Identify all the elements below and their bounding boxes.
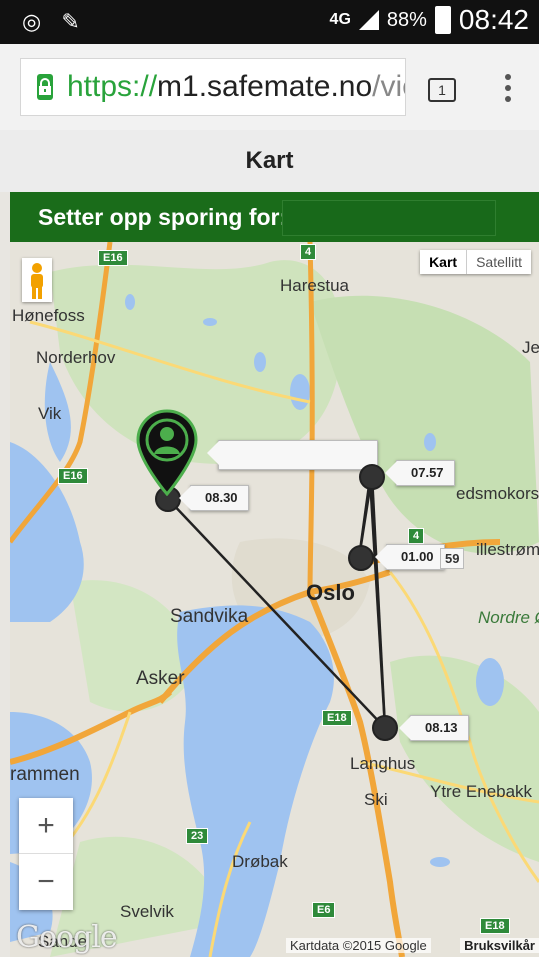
wifi-icon: ◎ — [22, 9, 42, 34]
tracking-point-marker[interactable] — [359, 464, 385, 490]
road-shield: E6 — [312, 902, 336, 918]
tracking-target-field[interactable] — [282, 200, 496, 236]
road-shield: 4 — [408, 528, 425, 544]
tracking-setup-label: Setter opp sporing for: — [38, 204, 288, 230]
place-label: Je — [522, 338, 539, 357]
tracking-point-time: 01.00 — [375, 544, 445, 570]
terms-link[interactable]: Bruksvilkår — [460, 938, 539, 953]
place-label: illestrøm — [476, 540, 539, 559]
map-type-map-button[interactable]: Kart — [420, 250, 468, 274]
road-shield: E16 — [58, 468, 88, 484]
tracking-point-time: 08.13 — [399, 715, 469, 741]
road-shield: E16 — [98, 250, 128, 266]
place-label: Hønefoss — [12, 306, 85, 325]
place-label: Langhus — [350, 754, 416, 773]
zoom-control: + − — [19, 798, 73, 910]
place-label: edsmokorset — [456, 484, 539, 503]
place-label: Harestua — [280, 276, 349, 295]
road-shield: E18 — [322, 710, 352, 726]
signal-icon — [358, 10, 379, 30]
place-label: rammen — [10, 764, 80, 785]
map-view[interactable]: en Hønefoss Norderhov Vik Harestua Je Sa… — [10, 242, 539, 957]
page-title: Kart — [0, 130, 539, 192]
browser-toolbar: https://m1.safemate.no/vie 1 — [0, 44, 539, 130]
url-text: https://m1.safemate.no/vie — [67, 70, 405, 104]
tracking-point-marker[interactable] — [372, 715, 398, 741]
place-label: Vik — [38, 404, 62, 423]
zoom-in-button[interactable]: + — [19, 798, 73, 854]
road-shield: 23 — [186, 828, 209, 844]
edit-icon: ✎ — [61, 9, 80, 34]
location-info-label — [207, 440, 378, 470]
url-field[interactable]: https://m1.safemate.no/vie — [20, 58, 406, 116]
tracking-point-time: 07.57 — [385, 460, 455, 486]
place-label: Sandvika — [170, 606, 249, 627]
url-path: /vie — [372, 70, 405, 103]
tracking-setup-bar: Setter opp sporing for: — [10, 192, 539, 242]
url-protocol: https:// — [67, 70, 158, 103]
map-attribution: Kartdata ©2015 Google — [286, 938, 431, 953]
place-label: Norderhov — [36, 348, 116, 367]
place-label: Ski — [364, 790, 388, 809]
place-label: Nordre Ø — [478, 608, 539, 627]
map-type-satellite-button[interactable]: Satellitt — [467, 250, 531, 274]
url-host: m1.safemate.no — [157, 70, 373, 103]
lock-icon — [37, 74, 53, 100]
tracking-point-extra: 59 — [440, 548, 465, 569]
place-label: Ytre Enebakk — [430, 782, 533, 801]
tab-switcher-button[interactable]: 1 — [428, 78, 456, 102]
road-shield: E18 — [480, 918, 510, 934]
place-label: Oslo — [306, 580, 355, 605]
overflow-menu-icon[interactable] — [498, 74, 518, 104]
place-label: Drøbak — [232, 852, 288, 871]
battery-icon — [434, 6, 451, 34]
google-logo: Google — [16, 920, 118, 955]
clock: 08:42 — [458, 4, 529, 35]
status-icons-right: 4G 88% 08:42 — [330, 4, 529, 36]
status-icons-left: ◎ ✎ — [22, 9, 80, 35]
place-label: Svelvik — [120, 902, 174, 921]
network-label: 4G — [329, 11, 351, 28]
zoom-out-button[interactable]: − — [19, 854, 73, 910]
street-view-pegman-icon[interactable] — [22, 258, 52, 302]
tracking-point-marker[interactable] — [348, 545, 374, 571]
map-type-control: Kart Satellitt — [420, 250, 531, 274]
battery-percent: 88% — [386, 8, 427, 31]
user-location-pin-icon[interactable] — [134, 408, 200, 496]
road-shield: 4 — [300, 244, 317, 260]
place-label: Asker — [136, 668, 185, 689]
status-bar: ◎ ✎ 4G 88% 08:42 — [0, 0, 539, 44]
